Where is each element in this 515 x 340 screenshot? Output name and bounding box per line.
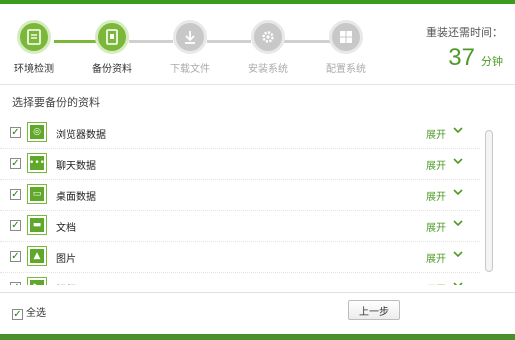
gear-icon: [251, 20, 285, 54]
folder-icon: ▬: [27, 215, 47, 235]
chat-icon: •••: [27, 153, 47, 173]
item-label: 浏览器数据: [56, 130, 106, 141]
list-item: ✓ ▲ 图片 展开: [0, 242, 480, 273]
item-label: 聊天数据: [56, 161, 96, 172]
desktop-icon: ▭: [27, 184, 47, 204]
expand-link[interactable]: 展开: [426, 126, 446, 141]
chevron-down-icon[interactable]: [452, 248, 464, 260]
select-all-box[interactable]: ✓: [12, 309, 23, 320]
item-label: 桌面数据: [56, 192, 96, 203]
step-label: 安装系统: [248, 64, 288, 75]
list-item: ✓ ▶ 视频 展开: [0, 273, 480, 285]
bottom-accent-bar: [0, 334, 515, 340]
step-label: 环境检测: [14, 64, 54, 75]
expand-link[interactable]: 展开: [426, 219, 446, 234]
section-title: 选择要备份的资料: [12, 96, 100, 109]
step-install: 安装系统: [238, 20, 298, 75]
item-checkbox[interactable]: ✓: [10, 251, 21, 262]
monitor-icon: [17, 20, 51, 54]
select-all-checkbox[interactable]: ✓ 全选: [12, 304, 46, 320]
step-label: 配置系统: [326, 64, 366, 75]
chevron-down-icon[interactable]: [452, 155, 464, 167]
item-label: 图片: [56, 254, 76, 265]
list-item: ✓ ◎ 浏览器数据 展开: [0, 118, 480, 149]
image-icon: ▲: [27, 246, 47, 266]
remaining-time: 重装还需时间： 37 分钟: [426, 24, 503, 72]
backup-item-list: ✓ ◎ 浏览器数据 展开 ✓ ••• 聊天数据 展开 ✓ ▭ 桌面数据 展开 ✓…: [0, 118, 480, 285]
progress-steps: 环境检测 备份资料 下载文件 安装系统 配置系统 重装还需时间： 37 分钟: [0, 4, 515, 84]
document-icon: [95, 20, 129, 54]
remaining-time-unit: 分钟: [481, 55, 503, 68]
header-divider: [0, 84, 515, 85]
step-label: 备份资料: [92, 64, 132, 75]
chevron-down-icon[interactable]: [452, 279, 464, 285]
globe-icon: ◎: [27, 122, 47, 142]
scrollbar[interactable]: [485, 130, 493, 272]
select-all-label: 全选: [26, 308, 46, 319]
item-label: 文档: [56, 223, 76, 234]
item-checkbox[interactable]: ✓: [10, 189, 21, 200]
chevron-down-icon[interactable]: [452, 186, 464, 198]
previous-step-button[interactable]: 上一步: [348, 300, 400, 320]
list-item: ✓ ▬ 文档 展开: [0, 211, 480, 242]
footer-divider: [0, 292, 515, 293]
step-configure: 配置系统: [316, 20, 376, 75]
chevron-down-icon[interactable]: [452, 217, 464, 229]
item-checkbox[interactable]: ✓: [10, 127, 21, 138]
step-label: 下载文件: [170, 64, 210, 75]
item-checkbox[interactable]: ✓: [10, 220, 21, 231]
list-item: ✓ ••• 聊天数据 展开: [0, 149, 480, 180]
list-item: ✓ ▭ 桌面数据 展开: [0, 180, 480, 211]
download-icon: [173, 20, 207, 54]
item-checkbox[interactable]: ✓: [10, 282, 21, 285]
step-backup: 备份资料: [82, 20, 142, 75]
remaining-time-value: 37: [448, 44, 475, 71]
expand-link[interactable]: 展开: [426, 250, 446, 265]
item-checkbox[interactable]: ✓: [10, 158, 21, 169]
scrollbar-thumb[interactable]: [485, 130, 493, 272]
step-download: 下载文件: [160, 20, 220, 75]
windows-icon: [329, 20, 363, 54]
item-label: 视频: [56, 281, 76, 285]
expand-link[interactable]: 展开: [426, 157, 446, 172]
chevron-down-icon[interactable]: [452, 124, 464, 136]
expand-link[interactable]: 展开: [426, 188, 446, 203]
remaining-time-title: 重装还需时间：: [426, 26, 503, 39]
step-env-check: 环境检测: [4, 20, 64, 75]
expand-link[interactable]: 展开: [426, 281, 446, 285]
video-icon: ▶: [27, 277, 47, 285]
